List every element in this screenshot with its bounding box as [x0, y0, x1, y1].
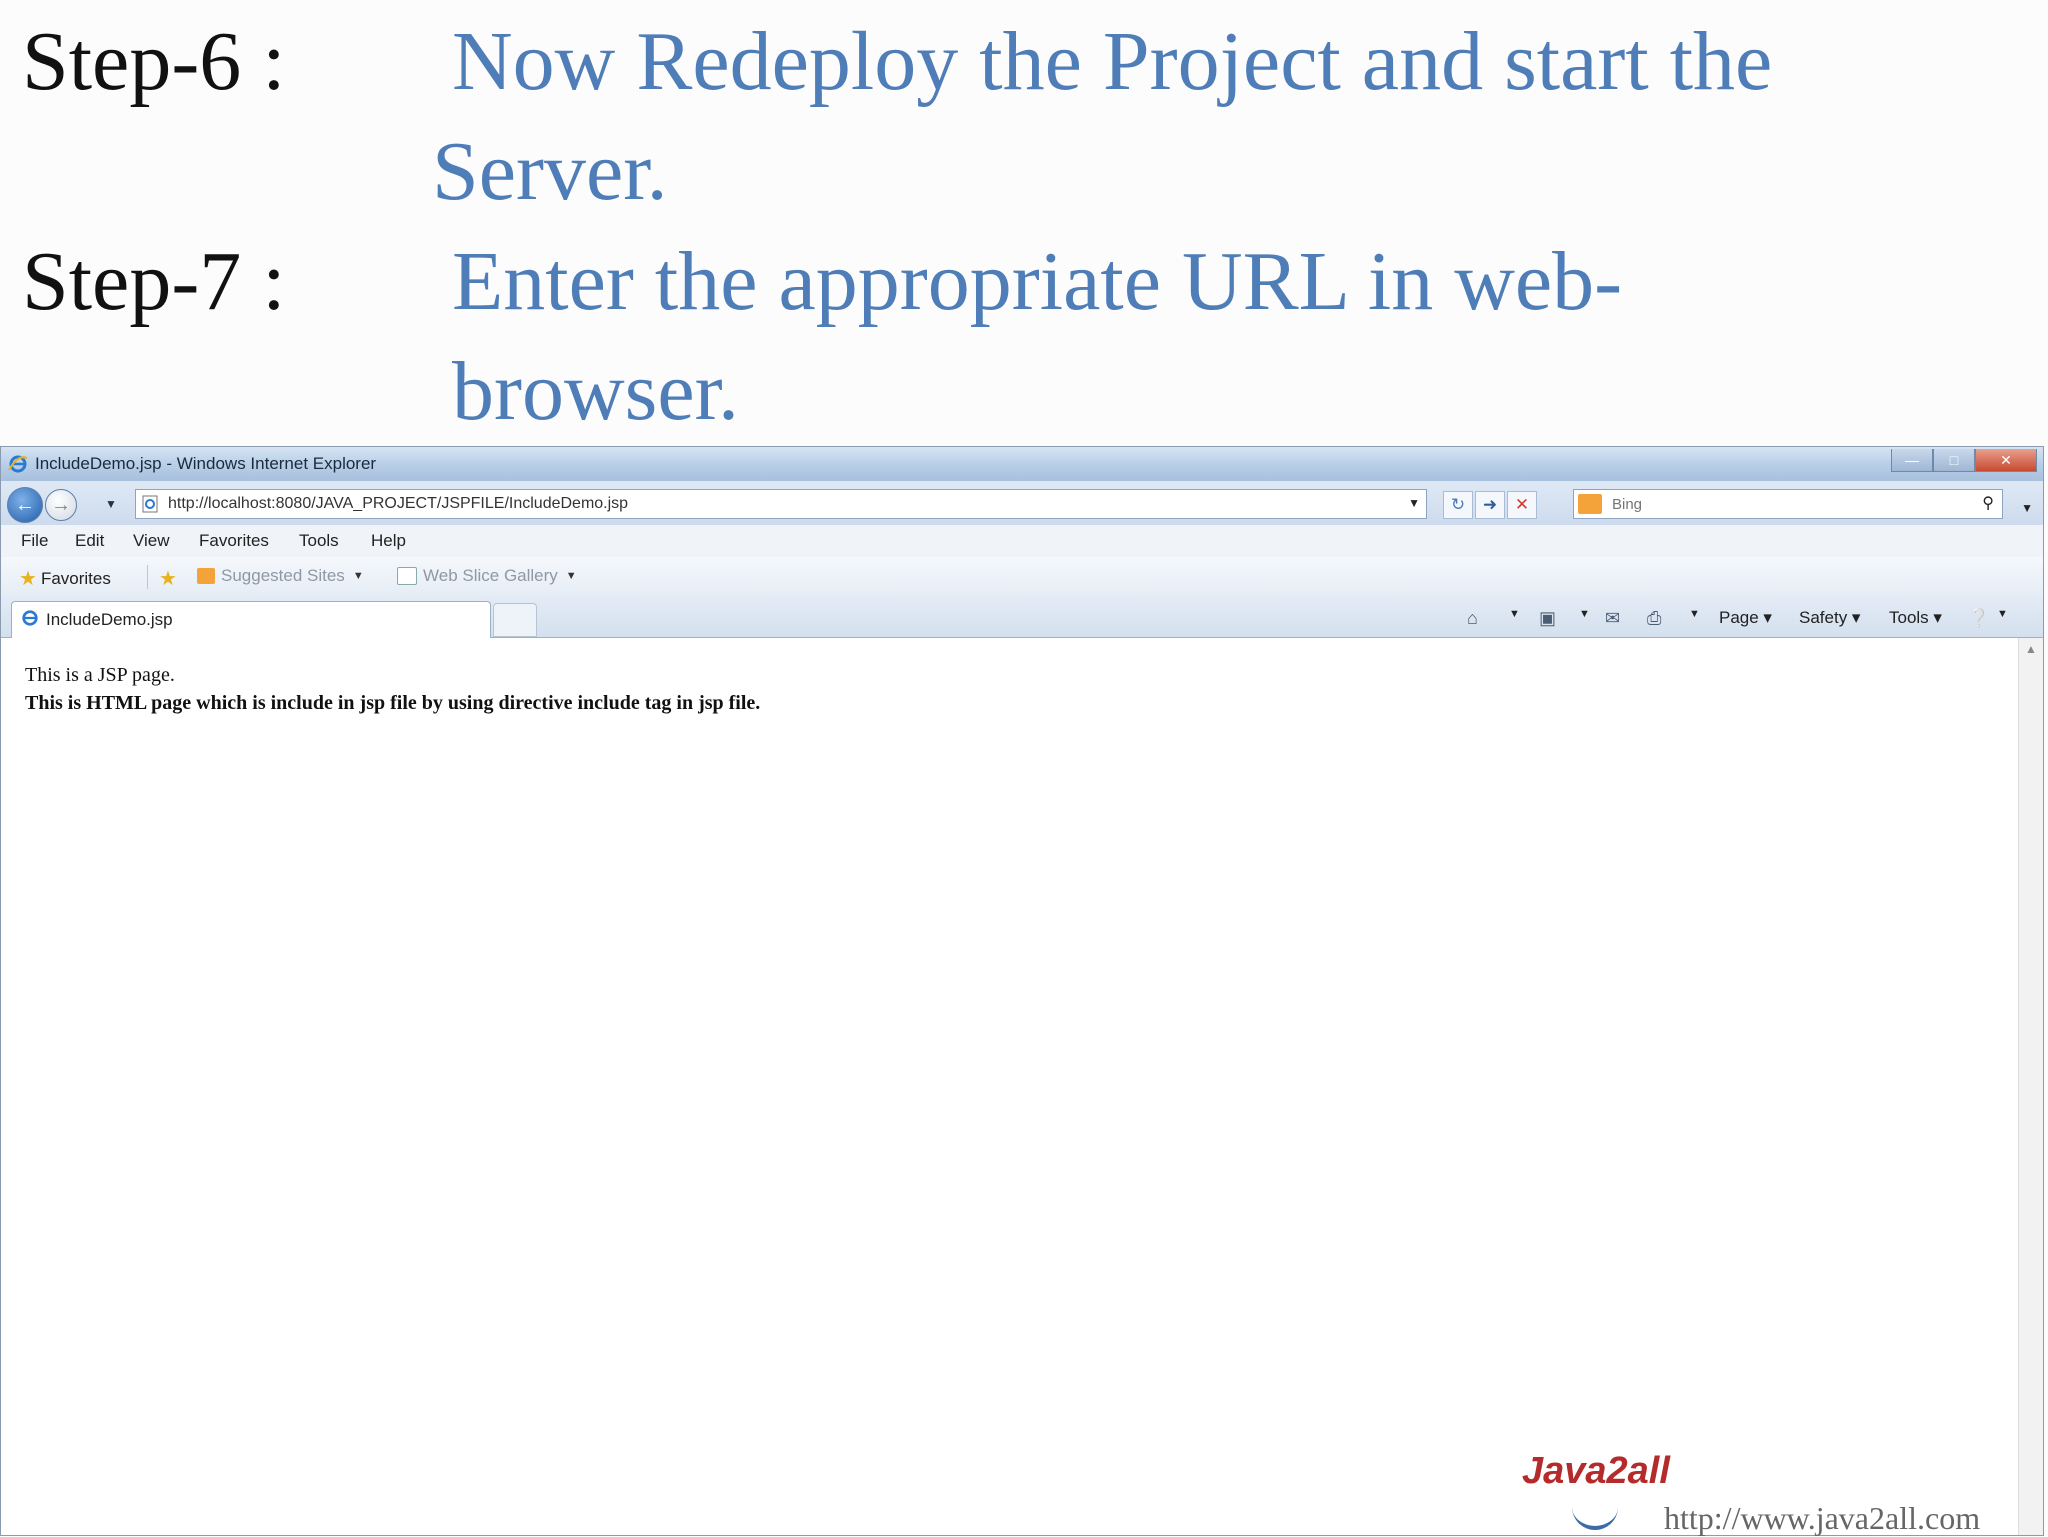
- forward-arrow-icon: →: [51, 493, 71, 516]
- ie-icon: [20, 609, 40, 632]
- search-input[interactable]: [1610, 494, 1954, 514]
- site-url: http://www.java2all.com: [1664, 1500, 1981, 1536]
- tab-title: IncludeDemo.jsp: [46, 610, 173, 629]
- tab-row: IncludeDemo.jsp ⌂ ▼ ▣ ▼ ✉ ⎙ ▼ Page ▾ Saf…: [1, 595, 2043, 638]
- mail-icon[interactable]: ✉: [1605, 608, 1620, 629]
- window-controls: — □ ✕: [1891, 449, 2037, 472]
- close-button[interactable]: ✕: [1975, 449, 2037, 472]
- help-icon[interactable]: ❔: [1967, 608, 1989, 629]
- minimize-button[interactable]: —: [1891, 449, 1933, 472]
- tab-includedemo[interactable]: IncludeDemo.jsp: [11, 601, 491, 638]
- go-icon: ➜: [1482, 495, 1498, 514]
- maximize-button[interactable]: □: [1933, 449, 1975, 472]
- menu-bar: File Edit View Favorites Tools Help: [1, 525, 2043, 558]
- step-7-text-line2: browser.: [452, 345, 739, 438]
- coffee-cup-icon: [1572, 1500, 1618, 1530]
- url-input[interactable]: [166, 494, 1270, 514]
- step-6: Step-6 : Now Redeploy the Project and st…: [0, 8, 2048, 224]
- star-icon: ★: [19, 568, 37, 590]
- window-title: IncludeDemo.jsp - Windows Internet Explo…: [35, 454, 377, 473]
- step-6-text-line2: Server.: [432, 125, 668, 218]
- chevron-down-icon[interactable]: ▼: [1509, 608, 1520, 620]
- page-content: This is a JSP page. This is HTML page wh…: [1, 638, 2019, 1535]
- add-favorite-icon: ★: [159, 568, 177, 590]
- safety-menu[interactable]: Safety ▾: [1799, 608, 1860, 628]
- go-button[interactable]: ➜: [1475, 491, 1505, 519]
- refresh-icon: ↻: [1450, 495, 1466, 514]
- favorites-bar: ★ Favorites ★ Suggested Sites ▼ Web Slic…: [1, 557, 2043, 595]
- page-menu[interactable]: Page ▾: [1719, 608, 1772, 628]
- print-icon[interactable]: ⎙: [1647, 608, 1661, 629]
- page-icon: [142, 495, 158, 513]
- web-slice-label: Web Slice Gallery: [423, 566, 558, 585]
- scroll-up-icon[interactable]: ▲: [2025, 642, 2037, 656]
- step-7: Step-7 : Enter the appropriate URL in we…: [0, 228, 2048, 444]
- search-box[interactable]: ⚲: [1573, 489, 2003, 519]
- chevron-down-icon[interactable]: ▼: [1689, 608, 1700, 620]
- favorites-label: Favorites: [40, 568, 111, 588]
- content-line-1: This is a JSP page.: [25, 664, 175, 686]
- stop-button[interactable]: ✕: [1507, 491, 1537, 519]
- web-slice-gallery[interactable]: Web Slice Gallery ▼: [397, 566, 577, 586]
- title-bar: IncludeDemo.jsp - Windows Internet Explo…: [1, 447, 2043, 481]
- chevron-down-icon[interactable]: ▼: [1579, 608, 1590, 620]
- menu-file[interactable]: File: [21, 531, 48, 551]
- home-icon[interactable]: ⌂: [1467, 608, 1478, 629]
- page-menu-label: Page: [1719, 608, 1759, 627]
- search-dropdown[interactable]: ▼: [2021, 501, 2033, 515]
- step-6-label: Step-6 :: [22, 15, 286, 108]
- chevron-down-icon[interactable]: ▼: [1997, 608, 2008, 620]
- menu-favorites[interactable]: Favorites: [199, 531, 269, 551]
- favorites-button[interactable]: ★ Favorites: [19, 566, 111, 591]
- separator: [147, 565, 148, 589]
- menu-help[interactable]: Help: [371, 531, 406, 551]
- back-arrow-icon: ←: [15, 493, 35, 516]
- chevron-down-icon: ▼: [565, 570, 577, 582]
- content-line-2: This is HTML page which is include in js…: [25, 692, 761, 714]
- back-button[interactable]: ←: [7, 487, 43, 523]
- browser-window: IncludeDemo.jsp - Windows Internet Explo…: [0, 446, 2044, 1536]
- step-6-text-line1: Now Redeploy the Project and start the: [452, 15, 1773, 108]
- menu-view[interactable]: View: [133, 531, 170, 551]
- address-bar[interactable]: ▼: [135, 489, 1427, 519]
- forward-button[interactable]: →: [45, 489, 77, 521]
- logo-wordmark: Java2all: [1522, 1450, 1670, 1492]
- recent-pages-dropdown[interactable]: ▼: [105, 497, 117, 511]
- suggested-sites-icon: [197, 568, 215, 584]
- search-icon[interactable]: ⚲: [1982, 493, 1994, 513]
- safety-menu-label: Safety: [1799, 608, 1848, 627]
- suggested-sites-label: Suggested Sites: [221, 566, 345, 585]
- suggested-sites[interactable]: Suggested Sites ▼: [197, 566, 364, 586]
- menu-edit[interactable]: Edit: [75, 531, 104, 551]
- feeds-icon[interactable]: ▣: [1539, 608, 1556, 629]
- new-tab-button[interactable]: [493, 603, 537, 637]
- java2all-logo: Java2all: [1516, 1440, 1670, 1530]
- web-slice-icon: [397, 567, 417, 585]
- address-dropdown[interactable]: ▼: [1408, 496, 1420, 510]
- stop-icon: ✕: [1514, 495, 1530, 514]
- step-7-label: Step-7 :: [22, 235, 286, 328]
- vertical-scrollbar[interactable]: ▲: [2018, 638, 2043, 1535]
- bing-icon: [1578, 494, 1602, 514]
- tools-menu[interactable]: Tools ▾: [1889, 608, 1942, 628]
- chevron-down-icon: ▼: [352, 570, 364, 582]
- menu-tools[interactable]: Tools: [299, 531, 339, 551]
- tools-menu-label: Tools: [1889, 608, 1929, 627]
- address-row: ← → ▼ ▼ ↻ ➜ ✕ ⚲ ▼: [1, 481, 2043, 525]
- ie-icon: [7, 454, 29, 479]
- add-favorite-button[interactable]: ★: [159, 566, 181, 591]
- step-7-text-line1: Enter the appropriate URL in web-: [452, 235, 1623, 328]
- refresh-button[interactable]: ↻: [1443, 491, 1473, 519]
